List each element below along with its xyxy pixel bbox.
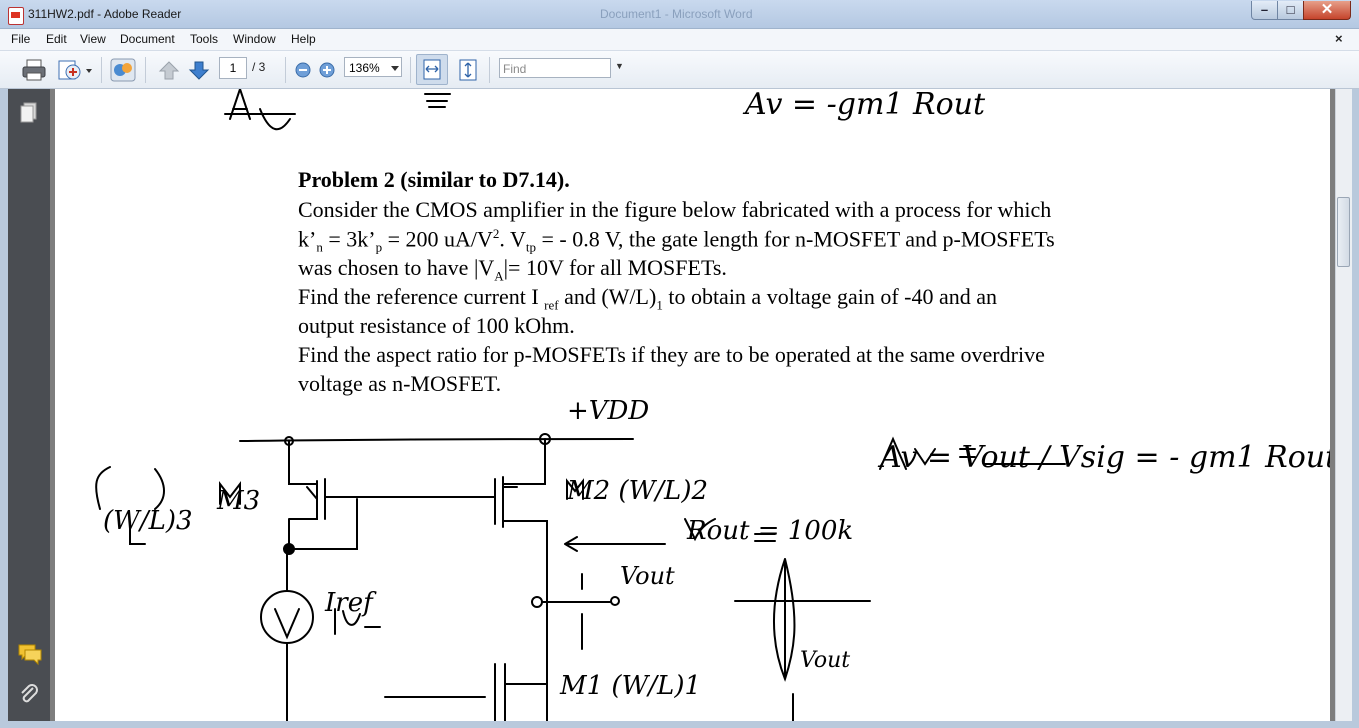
comments-panel-icon[interactable] xyxy=(16,642,42,666)
print-icon[interactable] xyxy=(21,58,47,82)
previous-page-icon[interactable] xyxy=(157,59,181,81)
menu-window[interactable]: Window xyxy=(233,32,276,46)
m3-label: M3 xyxy=(216,486,260,516)
vout-label: Vout xyxy=(620,562,675,590)
problem-line-5: output resistance of 100 kOhm. xyxy=(298,313,575,338)
title-bar: 311HW2.pdf - Adobe Reader Document1 - Mi… xyxy=(0,0,1359,29)
find-input[interactable]: Find xyxy=(499,58,611,78)
total-pages-label: / 3 xyxy=(252,60,266,74)
vout-wave-label: Vout xyxy=(800,648,850,673)
maximize-button[interactable]: □ xyxy=(1277,1,1304,20)
fit-width-icon xyxy=(423,59,441,80)
m1-label: M1 (W/L)1 xyxy=(559,671,701,701)
zoom-dropdown-icon[interactable] xyxy=(390,65,400,73)
pdf-page: Av = -gm1 Rout +VDD (W/L)3 M3 M2 (W/L)2 … xyxy=(55,89,1330,721)
zoom-out-icon[interactable] xyxy=(294,61,312,79)
toolbar: 1 / 3 136% Find ▼ xyxy=(0,51,1359,89)
window-title: 311HW2.pdf - Adobe Reader xyxy=(28,7,182,21)
fit-page-icon[interactable] xyxy=(456,57,480,83)
problem-line-1: Consider the CMOS amplifier in the figur… xyxy=(298,197,1052,222)
problem-line-7: voltage as n-MOSFET. xyxy=(298,371,502,396)
vertical-scrollbar[interactable] xyxy=(1335,89,1352,721)
find-dropdown-icon[interactable]: ▼ xyxy=(615,61,624,71)
zoom-in-icon[interactable] xyxy=(318,61,336,79)
menu-document[interactable]: Document xyxy=(120,32,175,46)
problem-heading: Problem 2 (similar to D7.14). xyxy=(298,167,570,192)
vdd-label: +VDD xyxy=(567,396,649,426)
maximize-icon: □ xyxy=(1286,2,1295,17)
top-gain-note: Av = -gm1 Rout xyxy=(742,89,986,122)
close-icon: ✕ xyxy=(1320,1,1334,18)
problem-line-4: Find the reference current I ref and (W/… xyxy=(298,284,998,313)
minimize-button[interactable]: – xyxy=(1251,1,1278,20)
fit-width-button[interactable] xyxy=(416,54,448,85)
menu-bar: File Edit View Document Tools Window Hel… xyxy=(0,29,1359,51)
next-page-icon[interactable] xyxy=(187,59,211,81)
collaborate-icon[interactable] xyxy=(108,56,138,84)
background-window-title: Document1 - Microsoft Word xyxy=(600,7,753,21)
attachments-panel-icon[interactable] xyxy=(17,683,41,707)
problem-line-3: was chosen to have |VA|= 10V for all MOS… xyxy=(298,255,727,284)
iref-label: Iref xyxy=(324,588,377,618)
problem-line-2: k’n = 3k’p = 200 uA/V2. Vtp = - 0.8 V, t… xyxy=(298,226,1055,255)
minimize-icon: – xyxy=(1260,2,1269,17)
menu-tools[interactable]: Tools xyxy=(190,32,218,46)
rout-label: Rout = 100k xyxy=(686,516,853,546)
m3-aspect-label: (W/L)3 xyxy=(103,506,193,536)
problem-line-6: Find the aspect ratio for p-MOSFETs if t… xyxy=(298,342,1045,367)
menu-file[interactable]: File xyxy=(11,32,30,46)
page-number-input[interactable]: 1 xyxy=(219,57,247,79)
close-window-button[interactable]: ✕ xyxy=(1303,1,1351,20)
scrollbar-thumb[interactable] xyxy=(1337,197,1350,267)
handwritten-notes: Av = -gm1 Rout +VDD (W/L)3 M3 M2 (W/L)2 … xyxy=(95,89,1330,721)
menu-view[interactable]: View xyxy=(80,32,106,46)
m2-label: M2 (W/L)2 xyxy=(566,476,708,506)
pdf-app-icon xyxy=(8,7,24,25)
close-document-icon[interactable]: × xyxy=(1335,31,1343,46)
gain-equation: Av = Vout / Vsig = - gm1 Rout xyxy=(877,440,1330,475)
create-pdf-icon[interactable] xyxy=(57,58,95,82)
menu-help[interactable]: Help xyxy=(291,32,316,46)
navigation-panel xyxy=(8,89,50,721)
document-view[interactable]: Av = -gm1 Rout +VDD (W/L)3 M3 M2 (W/L)2 … xyxy=(50,89,1335,721)
menu-edit[interactable]: Edit xyxy=(46,32,67,46)
pages-panel-icon[interactable] xyxy=(18,101,40,125)
